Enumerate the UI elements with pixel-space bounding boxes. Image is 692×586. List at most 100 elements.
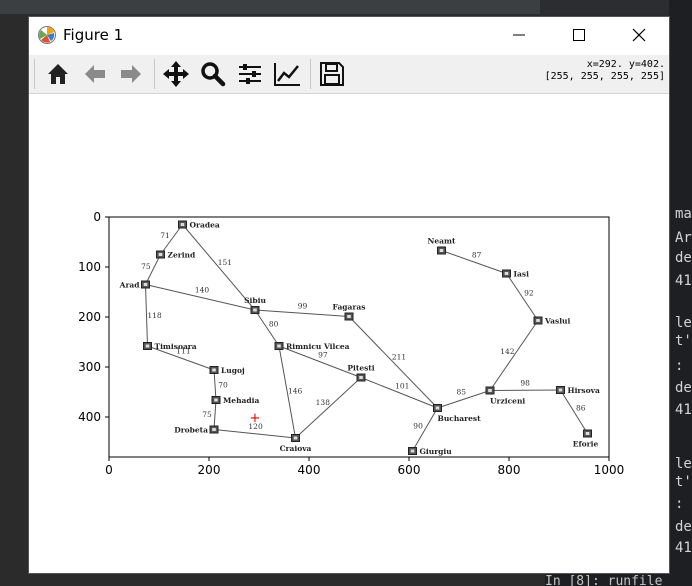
figure-canvas[interactable]: 7175140151118111707512099809714613810121…: [29, 94, 669, 573]
city-marker-center: [585, 432, 590, 435]
edit-axis-button[interactable]: [271, 58, 303, 90]
window-title: Figure 1: [63, 26, 124, 44]
pan-button[interactable]: [160, 58, 192, 90]
road-distance-label: 140: [195, 285, 210, 294]
road-distance-label: 99: [298, 301, 308, 310]
coords-rgba: [255, 255, 255, 255]: [544, 71, 665, 82]
close-icon: [632, 28, 646, 42]
forward-button[interactable]: [115, 58, 147, 90]
zoom-icon: [201, 62, 226, 87]
road-distance-label: 92: [524, 289, 534, 298]
console-line: 41: [675, 273, 692, 289]
console-line: t'): [675, 474, 692, 490]
road-distance-label: 97: [318, 350, 328, 359]
console-line: : A: [675, 358, 692, 374]
road-distance-label: 142: [500, 347, 515, 356]
city-label: Bucharest: [438, 414, 482, 423]
edit-axis-icon: [274, 63, 300, 86]
save-button[interactable]: [316, 58, 348, 90]
forward-arrow-icon: [121, 65, 141, 83]
city-label: Hirsova: [568, 386, 600, 395]
console-line: le: [675, 315, 692, 331]
ide-console-prompt: In [8]: runfile: [545, 574, 692, 586]
city-marker-center: [410, 449, 415, 453]
road-distance-label: 75: [202, 410, 212, 419]
y-tick-label: 200: [78, 310, 101, 324]
city-marker-center: [504, 272, 509, 275]
city-marker-center: [488, 389, 492, 392]
cursor-coordinates: x=292. y=402. [255, 255, 255, 255]: [545, 59, 665, 83]
city-label: Craiova: [280, 444, 312, 453]
city-marker-center: [158, 253, 163, 256]
city-label: Rimnicu Vilcea: [286, 342, 350, 351]
city-label: Urziceni: [490, 397, 525, 406]
city-marker-center: [214, 398, 218, 402]
city-marker-center: [145, 344, 150, 348]
city-label: Sibiu: [244, 296, 266, 305]
city-label: Drobeta: [174, 426, 208, 435]
x-tick-label: 200: [198, 463, 221, 477]
close-button[interactable]: [609, 17, 669, 53]
home-icon: [48, 64, 68, 84]
road-distance-label: 146: [288, 387, 303, 396]
city-label: Giurgiu: [420, 447, 453, 456]
city-marker-center: [293, 436, 298, 440]
toolbar-grip: [34, 59, 35, 89]
road-distance-label: 71: [160, 231, 170, 240]
city-label: Neamt: [428, 237, 456, 246]
pan-icon: [163, 61, 189, 87]
city-marker-center: [180, 223, 185, 226]
x-tick-label: 600: [398, 463, 421, 477]
city-label: Timisoara: [155, 342, 197, 351]
city-marker-center: [536, 319, 540, 322]
road-distance-label: 90: [413, 421, 423, 430]
city-marker-center: [212, 428, 216, 431]
city-label: Eforie: [573, 440, 599, 449]
console-line: ma: [675, 206, 692, 222]
cursor-plus-marker: +: [250, 411, 261, 426]
console-line: Ar: [675, 230, 692, 246]
city-label: Fagaras: [333, 303, 366, 312]
road-distance-label: 118: [147, 311, 162, 320]
home-button[interactable]: [42, 58, 74, 90]
road-distance-label: 85: [456, 388, 466, 397]
road-distance-label: 87: [472, 250, 482, 259]
road-distance-label: 211: [392, 353, 406, 362]
city-marker-center: [359, 376, 363, 379]
city-marker-center: [277, 344, 281, 348]
x-tick-label: 0: [105, 463, 113, 477]
console-line: de: [675, 380, 692, 396]
matplotlib-app-icon: [38, 26, 56, 44]
city-marker-center: [435, 406, 440, 410]
save-icon: [320, 62, 344, 86]
zoom-button[interactable]: [197, 58, 229, 90]
minimize-button[interactable]: [489, 17, 549, 53]
back-arrow-icon: [85, 65, 105, 83]
console-line: de: [675, 250, 692, 266]
city-label: Iasi: [514, 270, 530, 279]
console-line: 41: [675, 540, 692, 556]
navigation-toolbar: x=292. y=402. [255, 255, 255, 255]: [29, 55, 669, 94]
maximize-button[interactable]: [549, 17, 609, 53]
x-tick-label: 400: [298, 463, 321, 477]
x-tick-label: 800: [498, 463, 521, 477]
city-label: Pitesti: [347, 364, 374, 373]
city-label: Zerind: [168, 251, 197, 260]
x-tick-label: 1000: [594, 463, 625, 477]
configure-subplots-icon: [239, 64, 261, 84]
ide-console-text: ma Ar de 41 le t'): A de 41 le t'): A de 41: [669, 0, 692, 586]
back-button[interactable]: [79, 58, 111, 90]
console-line: le: [675, 456, 692, 472]
minimize-icon: [513, 34, 525, 36]
y-tick-label: 0: [93, 210, 101, 224]
y-tick-label: 300: [78, 360, 101, 374]
toolbar-separator: [154, 59, 155, 89]
maximize-icon: [573, 29, 585, 41]
configure-subplots-button[interactable]: [234, 58, 266, 90]
road-distance-label: 75: [141, 262, 151, 271]
city-label: Arad: [119, 281, 141, 290]
city-marker-center: [558, 388, 563, 392]
road-distance-label: 98: [520, 378, 530, 387]
city-marker-center: [439, 249, 444, 252]
road-distance-label: 70: [218, 380, 228, 389]
